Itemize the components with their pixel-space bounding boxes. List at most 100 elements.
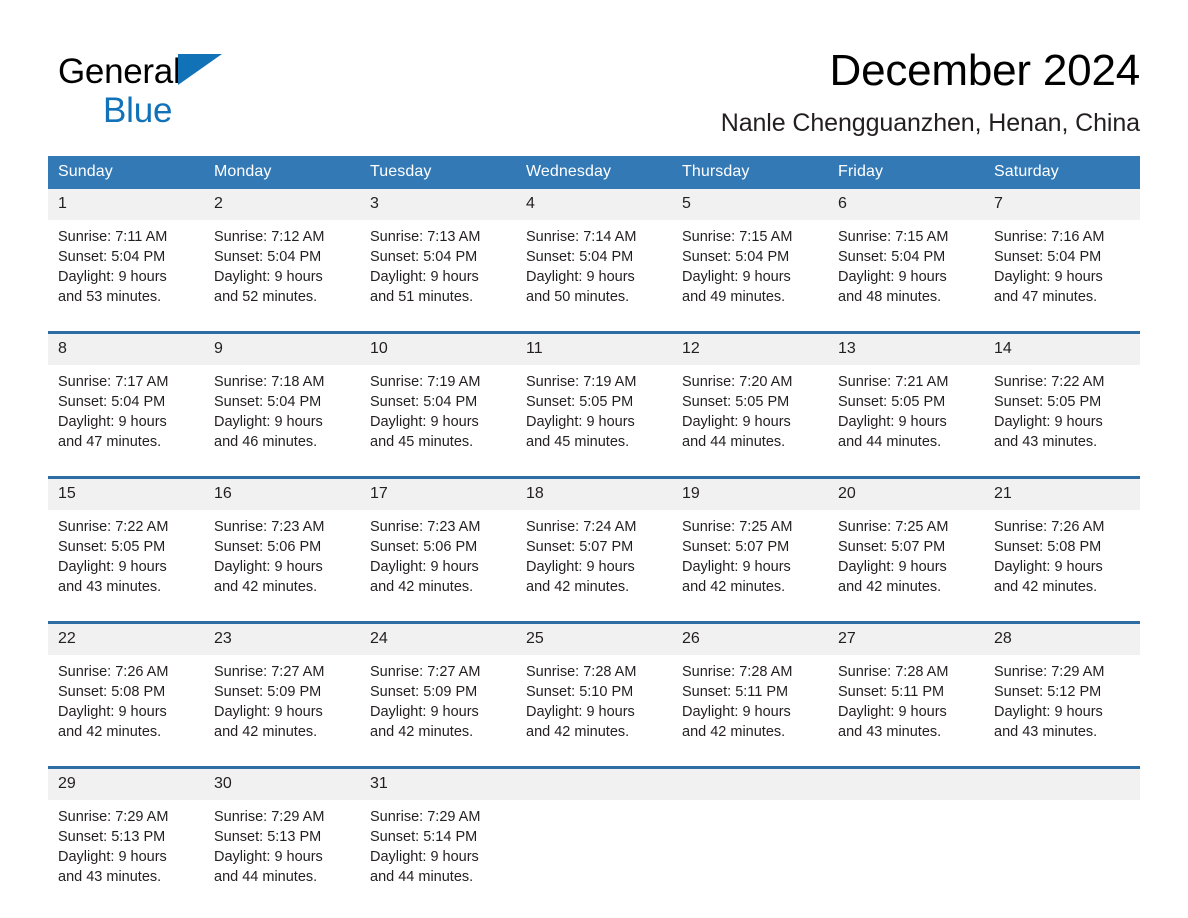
day-number: 24 (360, 624, 516, 655)
weekday-header-monday: Monday (204, 156, 360, 189)
calendar-week-row: 1 Sunrise: 7:11 AM Sunset: 5:04 PM Dayli… (48, 189, 1140, 333)
day-cell[interactable]: 5 Sunrise: 7:15 AM Sunset: 5:04 PM Dayli… (672, 189, 828, 333)
day-cell[interactable]: 17 Sunrise: 7:23 AM Sunset: 5:06 PM Dayl… (360, 476, 516, 623)
day-number: 22 (48, 624, 204, 655)
sunset-text: Sunset: 5:04 PM (58, 249, 166, 265)
daylight-text-line2: and 43 minutes. (838, 724, 942, 740)
day-cell[interactable]: 6 Sunrise: 7:15 AM Sunset: 5:04 PM Dayli… (828, 189, 984, 333)
day-number: 2 (204, 189, 360, 220)
weekday-header-sunday: Sunday (48, 156, 204, 189)
day-cell[interactable]: 31 Sunrise: 7:29 AM Sunset: 5:14 PM Dayl… (360, 766, 516, 911)
day-details: Sunrise: 7:23 AM Sunset: 5:06 PM Dayligh… (360, 510, 516, 621)
day-cell-empty (828, 766, 984, 911)
day-number (516, 769, 672, 800)
weekday-header-tuesday: Tuesday (360, 156, 516, 189)
daylight-text-line2: and 42 minutes. (214, 579, 318, 595)
sunset-text: Sunset: 5:10 PM (526, 684, 634, 700)
day-cell[interactable]: 4 Sunrise: 7:14 AM Sunset: 5:04 PM Dayli… (516, 189, 672, 333)
daylight-text-line1: Daylight: 9 hours (994, 414, 1103, 430)
daylight-text-line1: Daylight: 9 hours (838, 704, 947, 720)
day-cell[interactable]: 10 Sunrise: 7:19 AM Sunset: 5:04 PM Dayl… (360, 331, 516, 478)
sunrise-text: Sunrise: 7:26 AM (994, 519, 1105, 535)
sunrise-text: Sunrise: 7:14 AM (526, 229, 637, 245)
day-cell[interactable]: 30 Sunrise: 7:29 AM Sunset: 5:13 PM Dayl… (204, 766, 360, 911)
day-cell[interactable]: 21 Sunrise: 7:26 AM Sunset: 5:08 PM Dayl… (984, 476, 1140, 623)
sunrise-text: Sunrise: 7:27 AM (370, 664, 481, 680)
daylight-text-line2: and 44 minutes. (682, 434, 786, 450)
daylight-text-line1: Daylight: 9 hours (58, 414, 167, 430)
day-cell[interactable]: 24 Sunrise: 7:27 AM Sunset: 5:09 PM Dayl… (360, 621, 516, 768)
day-cell[interactable]: 9 Sunrise: 7:18 AM Sunset: 5:04 PM Dayli… (204, 331, 360, 478)
day-cell[interactable]: 20 Sunrise: 7:25 AM Sunset: 5:07 PM Dayl… (828, 476, 984, 623)
day-number: 13 (828, 334, 984, 365)
day-number: 9 (204, 334, 360, 365)
sunrise-text: Sunrise: 7:26 AM (58, 664, 169, 680)
day-cell[interactable]: 16 Sunrise: 7:23 AM Sunset: 5:06 PM Dayl… (204, 476, 360, 623)
day-details: Sunrise: 7:21 AM Sunset: 5:05 PM Dayligh… (828, 365, 984, 476)
daylight-text-line1: Daylight: 9 hours (58, 559, 167, 575)
day-details: Sunrise: 7:26 AM Sunset: 5:08 PM Dayligh… (48, 655, 204, 766)
day-details: Sunrise: 7:28 AM Sunset: 5:11 PM Dayligh… (672, 655, 828, 766)
daylight-text-line1: Daylight: 9 hours (994, 559, 1103, 575)
daylight-text-line1: Daylight: 9 hours (370, 269, 479, 285)
day-cell[interactable]: 18 Sunrise: 7:24 AM Sunset: 5:07 PM Dayl… (516, 476, 672, 623)
daylight-text-line2: and 42 minutes. (682, 579, 786, 595)
sunrise-text: Sunrise: 7:22 AM (58, 519, 169, 535)
sunset-text: Sunset: 5:04 PM (370, 394, 478, 410)
sunset-text: Sunset: 5:04 PM (58, 394, 166, 410)
day-details: Sunrise: 7:15 AM Sunset: 5:04 PM Dayligh… (828, 220, 984, 331)
day-number: 12 (672, 334, 828, 365)
day-number: 21 (984, 479, 1140, 510)
day-cell[interactable]: 15 Sunrise: 7:22 AM Sunset: 5:05 PM Dayl… (48, 476, 204, 623)
day-cell[interactable]: 26 Sunrise: 7:28 AM Sunset: 5:11 PM Dayl… (672, 621, 828, 768)
day-cell[interactable]: 8 Sunrise: 7:17 AM Sunset: 5:04 PM Dayli… (48, 331, 204, 478)
day-number: 15 (48, 479, 204, 510)
sunset-text: Sunset: 5:07 PM (838, 539, 946, 555)
sunrise-text: Sunrise: 7:29 AM (994, 664, 1105, 680)
daylight-text-line1: Daylight: 9 hours (526, 269, 635, 285)
day-cell[interactable]: 19 Sunrise: 7:25 AM Sunset: 5:07 PM Dayl… (672, 476, 828, 623)
day-cell[interactable]: 22 Sunrise: 7:26 AM Sunset: 5:08 PM Dayl… (48, 621, 204, 768)
daylight-text-line2: and 43 minutes. (994, 434, 1098, 450)
daylight-text-line2: and 44 minutes. (370, 869, 474, 885)
daylight-text-line2: and 51 minutes. (370, 289, 474, 305)
daylight-text-line2: and 42 minutes. (58, 724, 162, 740)
day-number: 28 (984, 624, 1140, 655)
day-cell[interactable]: 12 Sunrise: 7:20 AM Sunset: 5:05 PM Dayl… (672, 331, 828, 478)
calendar-body: 1 Sunrise: 7:11 AM Sunset: 5:04 PM Dayli… (48, 189, 1140, 911)
daylight-text-line1: Daylight: 9 hours (370, 704, 479, 720)
sunrise-text: Sunrise: 7:19 AM (526, 374, 637, 390)
daylight-text-line2: and 43 minutes. (58, 579, 162, 595)
day-details: Sunrise: 7:25 AM Sunset: 5:07 PM Dayligh… (672, 510, 828, 621)
sunrise-text: Sunrise: 7:29 AM (58, 809, 169, 825)
day-number: 29 (48, 769, 204, 800)
sunset-text: Sunset: 5:11 PM (838, 684, 945, 700)
day-cell[interactable]: 29 Sunrise: 7:29 AM Sunset: 5:13 PM Dayl… (48, 766, 204, 911)
day-cell[interactable]: 11 Sunrise: 7:19 AM Sunset: 5:05 PM Dayl… (516, 331, 672, 478)
day-number: 6 (828, 189, 984, 220)
day-details: Sunrise: 7:22 AM Sunset: 5:05 PM Dayligh… (48, 510, 204, 621)
daylight-text-line2: and 43 minutes. (994, 724, 1098, 740)
day-cell[interactable]: 14 Sunrise: 7:22 AM Sunset: 5:05 PM Dayl… (984, 331, 1140, 478)
day-cell[interactable]: 28 Sunrise: 7:29 AM Sunset: 5:12 PM Dayl… (984, 621, 1140, 768)
sunrise-text: Sunrise: 7:15 AM (682, 229, 793, 245)
day-number: 16 (204, 479, 360, 510)
day-cell[interactable]: 7 Sunrise: 7:16 AM Sunset: 5:04 PM Dayli… (984, 189, 1140, 333)
day-cell[interactable]: 1 Sunrise: 7:11 AM Sunset: 5:04 PM Dayli… (48, 189, 204, 333)
day-number (672, 769, 828, 800)
day-cell[interactable]: 23 Sunrise: 7:27 AM Sunset: 5:09 PM Dayl… (204, 621, 360, 768)
day-cell[interactable]: 13 Sunrise: 7:21 AM Sunset: 5:05 PM Dayl… (828, 331, 984, 478)
general-blue-logo[interactable]: General Blue (58, 51, 318, 137)
day-number: 4 (516, 189, 672, 220)
sunrise-text: Sunrise: 7:28 AM (682, 664, 793, 680)
sunset-text: Sunset: 5:05 PM (994, 394, 1102, 410)
weekday-header-friday: Friday (828, 156, 984, 189)
day-cell[interactable]: 27 Sunrise: 7:28 AM Sunset: 5:11 PM Dayl… (828, 621, 984, 768)
sunset-text: Sunset: 5:04 PM (838, 249, 946, 265)
sunset-text: Sunset: 5:04 PM (214, 249, 322, 265)
daylight-text-line2: and 50 minutes. (526, 289, 630, 305)
day-cell[interactable]: 3 Sunrise: 7:13 AM Sunset: 5:04 PM Dayli… (360, 189, 516, 333)
day-cell[interactable]: 2 Sunrise: 7:12 AM Sunset: 5:04 PM Dayli… (204, 189, 360, 333)
day-details (828, 800, 984, 911)
day-cell[interactable]: 25 Sunrise: 7:28 AM Sunset: 5:10 PM Dayl… (516, 621, 672, 768)
